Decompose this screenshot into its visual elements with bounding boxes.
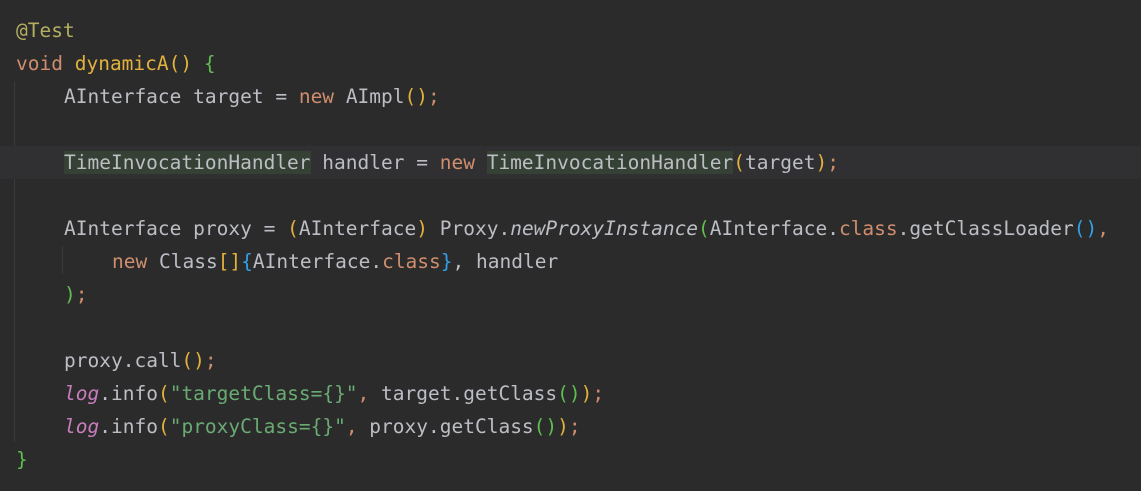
paren-close: ) <box>580 382 593 405</box>
method-info: info <box>110 415 158 438</box>
arg-type: AInterface <box>709 217 828 240</box>
ctor-time-invocation-handler: TimeInvocationHandler <box>486 151 734 174</box>
dot: . <box>370 250 383 273</box>
semicolon: ; <box>204 349 217 372</box>
code-line-9[interactable]: ); <box>0 278 1141 311</box>
cast-type: AInterface <box>298 217 417 240</box>
assign-operator: = <box>263 217 276 240</box>
call-paren-open: ( <box>698 217 710 240</box>
code-line-7[interactable]: AInterface proxy = (AInterface) Proxy.ne… <box>0 212 1141 245</box>
dot: . <box>122 349 135 372</box>
paren-open: ( <box>157 415 170 438</box>
type-class: Class <box>158 250 218 273</box>
keyword-new: new <box>439 151 475 174</box>
code-line-11[interactable]: proxy.call(); <box>0 344 1141 377</box>
code-line-3[interactable]: AInterface target = new AImpl(); <box>0 80 1141 113</box>
cast-paren-close: ) <box>416 217 428 240</box>
string-literal: "proxyClass={}" <box>169 415 346 438</box>
var-target: target <box>181 85 276 108</box>
keyword-class: class <box>382 250 441 273</box>
paren-close: ) <box>557 415 569 438</box>
dot: . <box>99 382 111 405</box>
method-call: call <box>134 349 182 372</box>
obj-proxy: proxy <box>369 415 428 438</box>
keyword-new: new <box>112 250 148 273</box>
dot: . <box>428 415 440 438</box>
code-line-12[interactable]: log.info("targetClass={}", target.getCla… <box>0 377 1141 410</box>
method-brace-close: } <box>16 448 28 471</box>
annotation-test: @Test <box>16 19 75 42</box>
method-get-class: getClass <box>439 415 534 438</box>
dot: . <box>451 382 464 405</box>
assign-operator: = <box>416 151 428 174</box>
paren-open: ( <box>404 85 417 108</box>
type-ainterface: AInterface <box>64 85 182 108</box>
comma: , <box>345 415 370 438</box>
call-parens: () <box>557 382 581 405</box>
dot: . <box>498 217 511 240</box>
type-time-invocation-handler: TimeInvocationHandler <box>64 151 311 174</box>
loader-parens: () <box>1073 217 1098 240</box>
method-get-class-loader: getClassLoader <box>909 217 1074 240</box>
cast-paren-open: ( <box>287 217 299 240</box>
call-parens: () <box>533 415 558 438</box>
code-line-6[interactable] <box>0 179 1141 212</box>
code-line-5[interactable]: TimeInvocationHandler handler = new Time… <box>0 146 1141 179</box>
method-name: dynamicA <box>74 52 169 75</box>
method-get-class: getClass <box>463 382 558 405</box>
call-paren-close: ) <box>64 283 76 306</box>
method-info: info <box>110 382 158 405</box>
call-parens: () <box>181 349 205 372</box>
array-brackets: [] <box>217 250 242 273</box>
code-line-2[interactable]: void dynamicA() { <box>0 47 1141 80</box>
var-handler: handler <box>310 151 417 174</box>
semicolon: ; <box>568 415 581 438</box>
comma: , <box>357 382 382 405</box>
type-ainterface: AInterface <box>64 217 182 240</box>
paren-open: ( <box>733 151 745 174</box>
semicolon: ; <box>75 283 88 306</box>
obj-proxy: proxy <box>64 349 123 372</box>
method-new-proxy-instance: newProxyInstance <box>510 217 699 240</box>
dot: . <box>827 217 839 240</box>
array-brace-close: } <box>440 250 453 273</box>
arg-handler: , handler <box>452 250 559 273</box>
semicolon: ; <box>827 151 839 174</box>
obj-target: target <box>381 382 452 405</box>
code-line-10[interactable] <box>0 311 1141 344</box>
ctor-aimpl: AImpl <box>345 85 405 108</box>
arg-type: AInterface <box>252 250 371 273</box>
keyword-new: new <box>298 85 335 108</box>
paren-open: ( <box>157 382 170 405</box>
var-proxy: proxy <box>181 217 264 240</box>
array-brace-open: { <box>241 250 253 273</box>
paren-close: ) <box>815 151 828 174</box>
semicolon: ; <box>428 85 440 108</box>
class-proxy: Proxy <box>439 217 499 240</box>
field-log: log <box>64 415 100 438</box>
paren-close: ) <box>416 85 429 108</box>
assign-operator: = <box>275 85 288 108</box>
method-brace-open: { <box>203 52 216 75</box>
dot: . <box>897 217 910 240</box>
code-editor[interactable]: @Test void dynamicA() { AInterface targe… <box>0 0 1141 491</box>
string-literal: "targetClass={}" <box>169 382 358 405</box>
method-parens: () <box>168 52 193 75</box>
code-line-1[interactable]: @Test <box>0 14 1141 47</box>
comma: , <box>1097 217 1110 240</box>
code-line-4[interactable] <box>0 113 1141 146</box>
semicolon: ; <box>592 382 605 405</box>
dot: . <box>99 415 111 438</box>
code-line-8[interactable]: new Class[]{AInterface.class}, handler <box>0 245 1141 278</box>
keyword-void: void <box>16 52 63 75</box>
keyword-class: class <box>838 217 898 240</box>
arg-target: target <box>745 151 816 174</box>
code-line-13[interactable]: log.info("proxyClass={}", proxy.getClass… <box>0 410 1141 443</box>
field-log: log <box>64 382 100 405</box>
code-line-14[interactable]: } <box>0 443 1141 476</box>
